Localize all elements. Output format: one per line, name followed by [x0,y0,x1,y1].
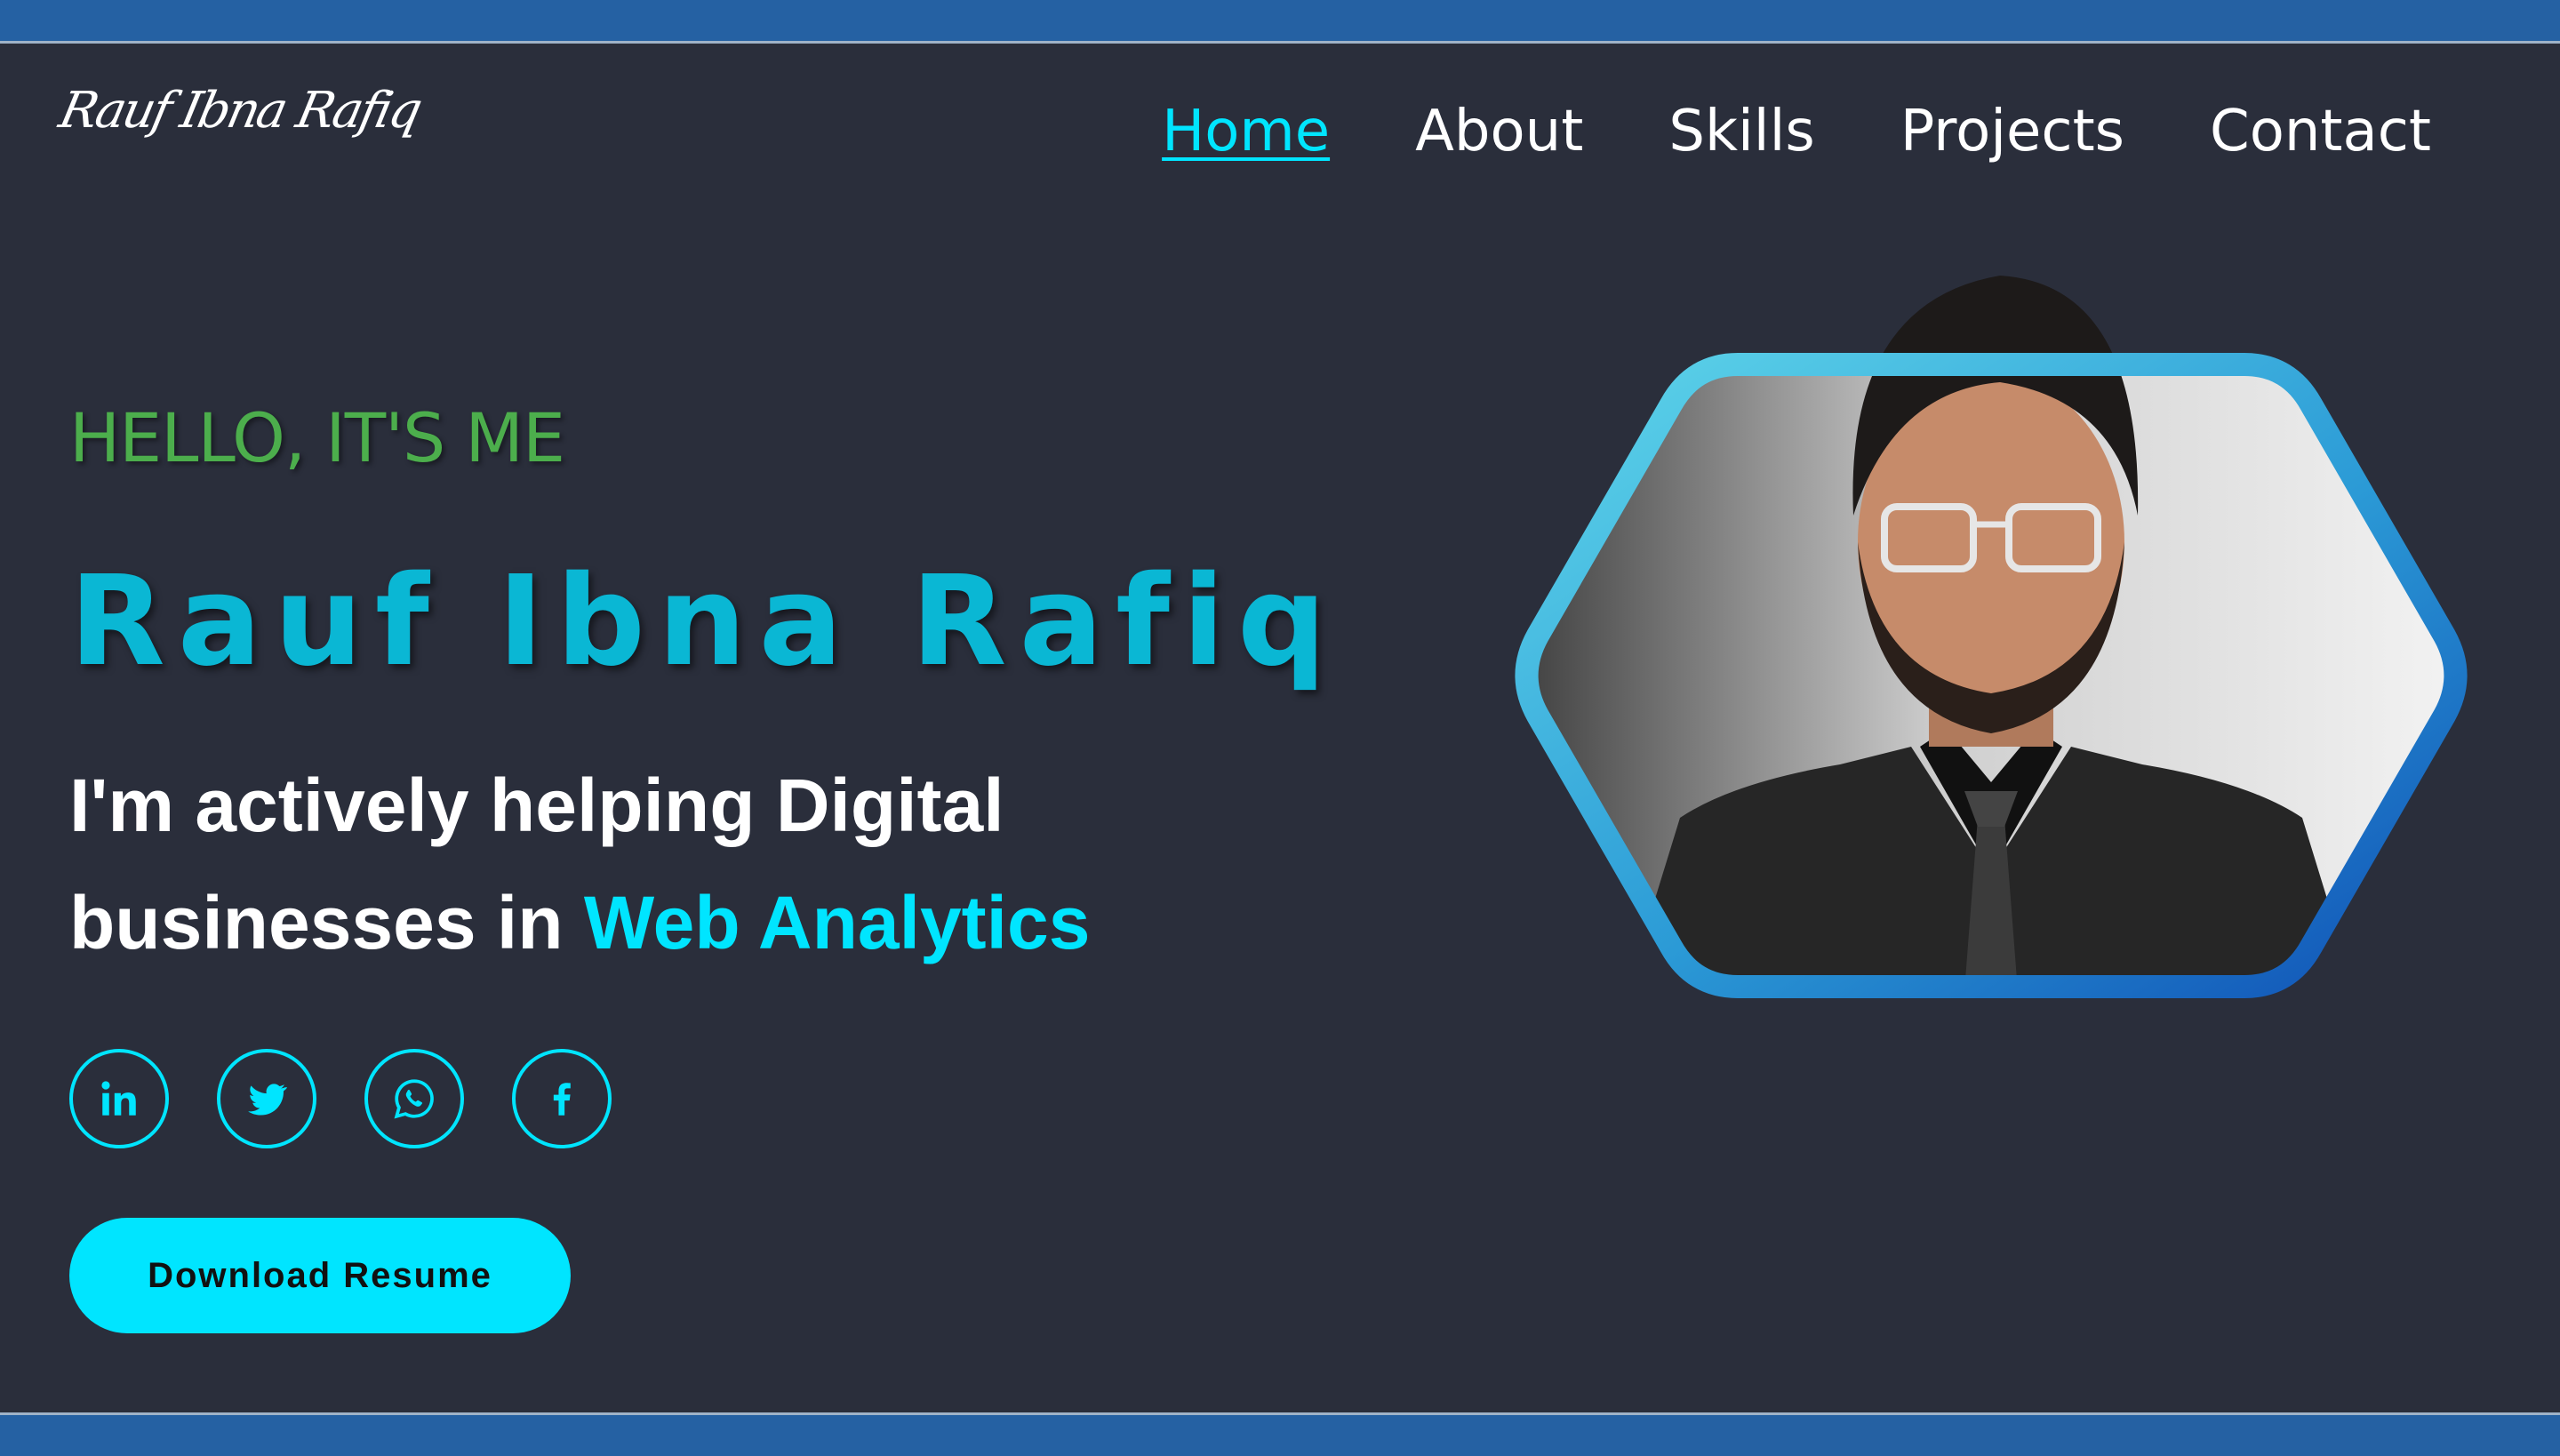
nav-skills-link[interactable]: Skills [1668,96,1814,167]
facebook-link[interactable] [512,1049,612,1148]
nav-projects-link[interactable]: Projects [1900,96,2124,167]
facebook-icon [553,1083,571,1116]
whatsapp-link[interactable] [364,1049,464,1148]
download-resume-button[interactable]: Download Resume [69,1218,571,1333]
hero-greeting: HELLO, IT'S ME [69,398,565,477]
twitter-link[interactable] [217,1049,316,1148]
main-nav: Home About Skills Projects Contact [1162,96,2431,167]
nav-contact-link[interactable]: Contact [2210,96,2431,167]
profile-portrait [1502,249,2480,1227]
hexagon-portrait-frame [1515,276,2468,998]
hero-tagline: I'm actively helping Digital businesses … [69,747,1314,981]
linkedin-icon [101,1081,136,1116]
tagline-accent: Web Analytics [583,881,1091,964]
bottom-frame-bar [0,1412,2560,1456]
nav-about-link[interactable]: About [1415,96,1583,167]
signature-logo[interactable]: Rauf Ibna Rafiq [54,82,425,140]
nav-home-link[interactable]: Home [1162,96,1330,167]
twitter-icon [248,1084,288,1116]
social-links [69,1049,612,1148]
hero-name: Rauf Ibna Rafiq [69,549,1340,694]
whatsapp-icon [394,1079,434,1119]
top-frame-bar [0,0,2560,44]
linkedin-link[interactable] [69,1049,169,1148]
